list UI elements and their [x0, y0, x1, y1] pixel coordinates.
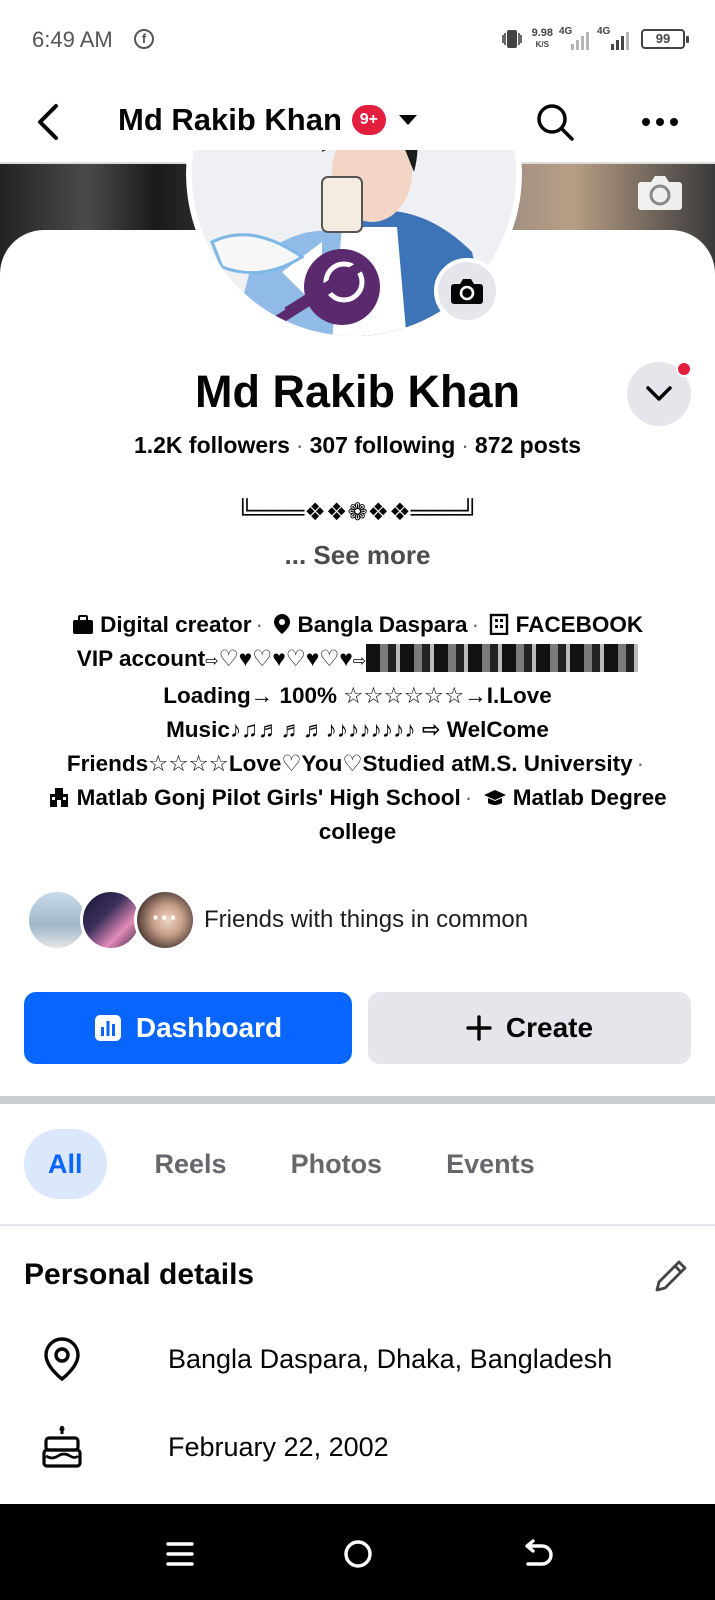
- followers-count[interactable]: 1.2K followers: [134, 432, 290, 458]
- briefcase-icon: [72, 615, 93, 634]
- facebook-icon: f: [134, 29, 154, 49]
- following-count[interactable]: 307 following: [310, 432, 456, 458]
- create-button[interactable]: Create: [368, 992, 691, 1064]
- location-pin-icon: [40, 1335, 84, 1383]
- friend-avatar: [26, 889, 88, 951]
- intro-school: Matlab Gonj Pilot Girls' High School: [76, 785, 461, 810]
- decorative-blocks: [366, 644, 639, 672]
- detail-location: Bangla Daspara, Dhaka, Bangladesh: [40, 1334, 690, 1384]
- posts-count[interactable]: 872 posts: [475, 432, 581, 458]
- back-arrow-icon: [38, 104, 58, 140]
- caret-down-icon: [396, 108, 420, 132]
- edit-details-button[interactable]: [651, 1256, 691, 1296]
- personal-details-title: Personal details: [24, 1258, 255, 1291]
- intro-line: Friends☆☆☆☆Love♡You♡Studied atM.S. Unive…: [66, 751, 645, 776]
- intro-line: Loading→ 100% ☆☆☆☆☆☆→I.Love: [163, 683, 552, 708]
- search-button[interactable]: [535, 102, 575, 142]
- intro-line: Digital creator · Bangla Daspara · FACEBOO…: [20, 608, 695, 642]
- intro-line: college: [318, 819, 397, 844]
- header-title: Md Rakib Khan: [118, 102, 342, 137]
- camera-icon: [638, 176, 682, 210]
- friend-avatar: [80, 889, 142, 951]
- tab-all[interactable]: All: [24, 1129, 107, 1199]
- intro-line: Matlab Gonj Pilot Girls' High School · Ma…: [20, 781, 695, 815]
- net-speed: 9.98 K/S: [531, 27, 553, 50]
- intro-category: Digital creator: [100, 612, 252, 637]
- edit-profile-picture-button[interactable]: [434, 258, 500, 324]
- detail-location-text: Bangla Daspara, Dhaka, Bangladesh: [168, 1343, 613, 1374]
- status-bar: 6:49 AM f 9.98 K/S 4G 4G 99: [0, 0, 715, 80]
- school-icon: [50, 788, 69, 807]
- status-time: 6:49 AM: [32, 27, 113, 52]
- building-icon: [490, 613, 509, 636]
- profile-stats: 1.2K followers · 307 following · 872 posts: [133, 432, 582, 458]
- location-pin-icon: [274, 614, 291, 634]
- friend-avatar: ···: [134, 889, 196, 951]
- notification-dot: [676, 361, 692, 377]
- edit-cover-button[interactable]: [635, 172, 685, 212]
- profile-switcher[interactable]: Md Rakib Khan 9+: [118, 102, 420, 138]
- recent-apps-button[interactable]: [160, 1534, 200, 1574]
- pencil-icon: [655, 1260, 687, 1292]
- dashboard-icon: [94, 1015, 121, 1041]
- dashboard-button[interactable]: Dashboard: [24, 992, 352, 1064]
- vibrate-icon: [501, 30, 522, 48]
- intro-line: VIP account⇨♡♥♡♥♡♥♡♥⇨: [20, 642, 695, 679]
- status-indicators: 9.98 K/S 4G 4G 99: [500, 24, 689, 54]
- tab-photos[interactable]: Photos: [259, 1129, 415, 1199]
- battery-icon: 99: [641, 29, 689, 49]
- graduation-cap-icon: [483, 790, 506, 805]
- birthday-cake-icon: [40, 1423, 84, 1471]
- camera-icon: [451, 279, 483, 304]
- intro-line: Music♪♫♬♬♬♪♪♪♪♪♪♪♪ ⇨ WelCome: [166, 717, 549, 742]
- system-back-button[interactable]: [518, 1534, 558, 1574]
- back-button[interactable]: [30, 100, 70, 144]
- friends-in-common[interactable]: ··· Friends with things in common: [26, 888, 528, 952]
- signal-icon: 4G: [597, 26, 633, 50]
- section-divider: [0, 1096, 715, 1104]
- notification-badge: 9+: [351, 105, 386, 135]
- home-button[interactable]: [338, 1534, 378, 1574]
- profile-tabs: All Reels Photos Events: [24, 1128, 567, 1200]
- intro-location: Bangla Daspara: [297, 612, 468, 637]
- bio-decoration: ╚═══❖❖❁❖❖═══╝: [236, 499, 479, 526]
- see-more-link[interactable]: ... See more: [0, 540, 715, 571]
- search-icon: [537, 104, 574, 141]
- tab-reels[interactable]: Reels: [123, 1129, 259, 1199]
- system-nav-bar: [0, 1504, 715, 1600]
- friends-label: Friends with things in common: [204, 906, 529, 933]
- menu-icon: [166, 1542, 194, 1566]
- signal-icon: 4G: [559, 26, 591, 50]
- more-options-button[interactable]: [640, 105, 680, 139]
- tab-events[interactable]: Events: [414, 1129, 567, 1199]
- detail-birthday-text: February 22, 2002: [168, 1431, 389, 1462]
- intro-details: Digital creator · Bangla Daspara · FACEBOO…: [20, 608, 695, 849]
- plus-icon: [466, 1015, 492, 1041]
- tabs-divider: [0, 1224, 715, 1226]
- detail-birthday: February 22, 2002: [40, 1422, 690, 1472]
- more-dots-icon: [642, 118, 678, 126]
- intro-college: Matlab Degree: [512, 785, 667, 810]
- profile-name: Md Rakib Khan: [194, 366, 521, 417]
- intro-workplace: FACEBOOK: [515, 612, 644, 637]
- chevron-down-icon: [646, 386, 672, 401]
- home-circle-icon: [344, 1540, 372, 1568]
- back-nav-icon: [525, 1539, 553, 1566]
